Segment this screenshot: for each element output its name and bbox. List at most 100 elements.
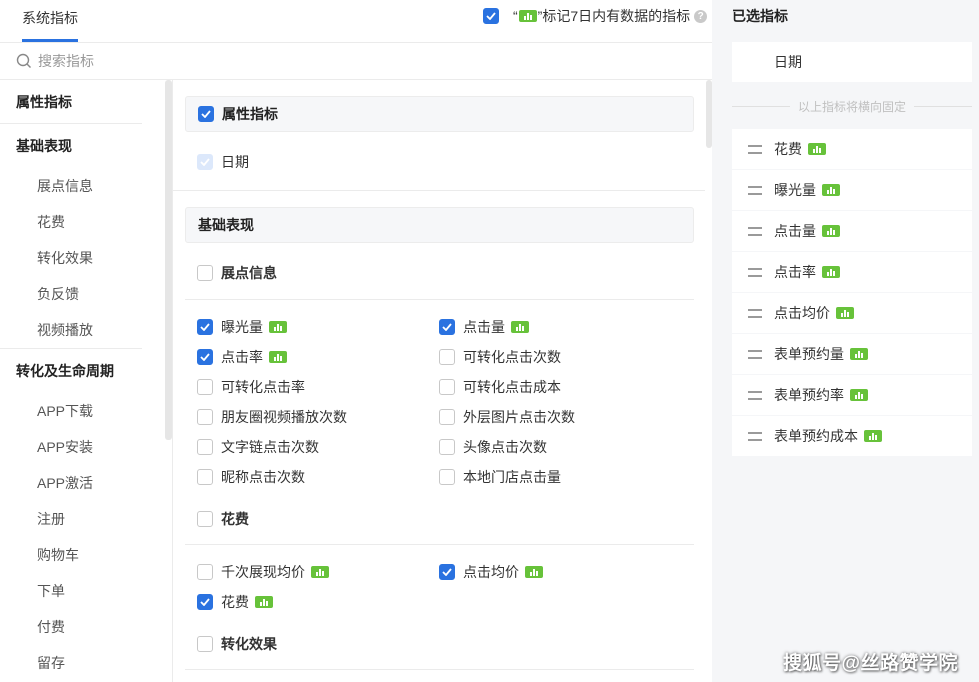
metric-checkbox[interactable] bbox=[439, 469, 455, 485]
section-basic: 基础表现 bbox=[185, 207, 694, 243]
selected-item-label: 表单预约量 bbox=[774, 346, 844, 362]
metric-checkbox[interactable] bbox=[439, 409, 455, 425]
metric-item[interactable]: 曝光量 bbox=[197, 317, 287, 337]
metric-checkbox[interactable] bbox=[197, 379, 213, 395]
nav-item-register[interactable]: 注册 bbox=[0, 501, 142, 537]
data-badge-icon bbox=[518, 10, 537, 22]
selected-item-label: 点击均价 bbox=[774, 305, 830, 321]
metric-item[interactable]: 可转化点击成本 bbox=[439, 377, 561, 397]
group-cost: 花费 bbox=[197, 509, 249, 529]
mark-suffix: ”标记7日内有数据的指标 bbox=[537, 8, 691, 24]
question-circle-icon[interactable]: ? bbox=[694, 9, 708, 23]
nav-item-conversion[interactable]: 转化效果 bbox=[0, 240, 142, 276]
date-checkbox bbox=[197, 154, 213, 170]
tab-system-metrics[interactable]: 系统指标 bbox=[22, 8, 78, 28]
metric-checkbox[interactable] bbox=[439, 564, 455, 580]
nav-scrollbar[interactable] bbox=[165, 80, 172, 440]
drag-handle-icon[interactable] bbox=[748, 267, 762, 277]
metric-item[interactable]: 点击率 bbox=[197, 347, 287, 367]
metric-label: 曝光量 bbox=[221, 319, 263, 335]
group-divider bbox=[185, 299, 694, 300]
drag-handle-icon[interactable] bbox=[748, 431, 762, 441]
fixed-item-date: 日期 bbox=[732, 42, 972, 82]
selected-item[interactable]: 表单预约率 bbox=[732, 375, 972, 415]
nav-item-video-play[interactable]: 视频播放 bbox=[0, 312, 142, 348]
drag-handle-icon[interactable] bbox=[748, 308, 762, 318]
data-badge-icon bbox=[850, 389, 868, 401]
selected-panel: 已选指标 日期 以上指标将横向固定 花费 曝光量 点击量 点击率 点击均价 表单预约量 表单… bbox=[712, 0, 979, 682]
nav-item-pay[interactable]: 付费 bbox=[0, 609, 142, 645]
metric-checkbox[interactable] bbox=[197, 469, 213, 485]
selected-item[interactable]: 点击率 bbox=[732, 252, 972, 292]
data-badge-icon bbox=[850, 348, 868, 360]
mark-checkbox[interactable] bbox=[483, 8, 499, 24]
metric-checkbox[interactable] bbox=[439, 439, 455, 455]
nav-item-cart[interactable]: 购物车 bbox=[0, 537, 142, 573]
metric-item[interactable]: 文字链点击次数 bbox=[197, 437, 319, 457]
selected-item[interactable]: 点击均价 bbox=[732, 293, 972, 333]
nav-item-app-activate[interactable]: APP激活 bbox=[0, 465, 142, 501]
nav-group-basic[interactable]: 基础表现 bbox=[0, 124, 142, 168]
metric-item[interactable]: 昵称点击次数 bbox=[197, 467, 305, 487]
metric-item[interactable]: 点击量 bbox=[439, 317, 529, 337]
metric-item[interactable]: 可转化点击率 bbox=[197, 377, 305, 397]
group-exposure-checkbox[interactable] bbox=[197, 265, 213, 281]
nav-group-lifecycle[interactable]: 转化及生命周期 bbox=[0, 349, 142, 393]
nav-item-app-download[interactable]: APP下载 bbox=[0, 393, 142, 429]
fixed-note-line bbox=[732, 105, 790, 107]
group-divider bbox=[185, 669, 694, 670]
nav-item-retention[interactable]: 留存 bbox=[0, 645, 142, 681]
metric-checkbox[interactable] bbox=[197, 319, 213, 335]
metric-item[interactable]: 点击均价 bbox=[439, 562, 543, 582]
header: 系统指标 “ ”标记7日内有数据的指标 ? bbox=[0, 0, 712, 43]
metric-item[interactable]: 可转化点击次数 bbox=[439, 347, 561, 367]
group-cost-checkbox[interactable] bbox=[197, 511, 213, 527]
group-conversion: 转化效果 bbox=[197, 634, 277, 654]
nav-item-app-install[interactable]: APP安装 bbox=[0, 429, 142, 465]
selected-item[interactable]: 点击量 bbox=[732, 211, 972, 251]
selected-item[interactable]: 表单预约量 bbox=[732, 334, 972, 374]
section-divider bbox=[173, 190, 705, 191]
nav-item-cost[interactable]: 花费 bbox=[0, 204, 142, 240]
drag-handle-icon[interactable] bbox=[748, 390, 762, 400]
drag-handle-icon[interactable] bbox=[748, 349, 762, 359]
nav-group-attributes[interactable]: 属性指标 bbox=[0, 80, 142, 124]
group-exposure-label: 展点信息 bbox=[221, 265, 277, 281]
section-attributes-checkbox[interactable] bbox=[198, 106, 214, 122]
drag-handle-icon[interactable] bbox=[748, 144, 762, 154]
metric-checkbox[interactable] bbox=[197, 349, 213, 365]
metric-checkbox[interactable] bbox=[197, 594, 213, 610]
metric-item[interactable]: 朋友圈视频播放次数 bbox=[197, 407, 347, 427]
data-badge-icon bbox=[822, 225, 840, 237]
date-label: 日期 bbox=[221, 154, 249, 170]
drag-handle-icon[interactable] bbox=[748, 185, 762, 195]
data-badge-icon bbox=[255, 596, 273, 608]
section-attributes: 属性指标 bbox=[185, 96, 694, 132]
drag-handle-icon[interactable] bbox=[748, 226, 762, 236]
metric-item[interactable]: 外层图片点击次数 bbox=[439, 407, 575, 427]
metric-checkbox[interactable] bbox=[439, 379, 455, 395]
metric-item[interactable]: 本地门店点击量 bbox=[439, 467, 561, 487]
nav-item-exposure[interactable]: 展点信息 bbox=[0, 168, 142, 204]
selected-item[interactable]: 曝光量 bbox=[732, 170, 972, 210]
metric-item[interactable]: 头像点击次数 bbox=[439, 437, 547, 457]
metric-checkbox[interactable] bbox=[439, 319, 455, 335]
metric-label: 朋友圈视频播放次数 bbox=[221, 409, 347, 425]
nav-item-negative-feedback[interactable]: 负反馈 bbox=[0, 276, 142, 312]
metric-checkbox[interactable] bbox=[197, 409, 213, 425]
selected-item[interactable]: 花费 bbox=[732, 129, 972, 169]
data-badge-icon bbox=[525, 566, 543, 578]
metric-checkbox[interactable] bbox=[439, 349, 455, 365]
metric-checkbox[interactable] bbox=[197, 564, 213, 580]
group-conversion-label: 转化效果 bbox=[221, 636, 277, 652]
metric-label: 本地门店点击量 bbox=[463, 469, 561, 485]
selected-item[interactable]: 表单预约成本 bbox=[732, 416, 972, 456]
search-input[interactable] bbox=[38, 53, 338, 69]
nav-item-order[interactable]: 下单 bbox=[0, 573, 142, 609]
metric-item[interactable]: 千次展现均价 bbox=[197, 562, 329, 582]
mark-prefix: “ bbox=[513, 8, 518, 24]
fixed-note-text: 以上指标将横向固定 bbox=[798, 99, 907, 114]
metric-checkbox[interactable] bbox=[197, 439, 213, 455]
group-conversion-checkbox[interactable] bbox=[197, 636, 213, 652]
metric-item[interactable]: 花费 bbox=[197, 592, 273, 612]
